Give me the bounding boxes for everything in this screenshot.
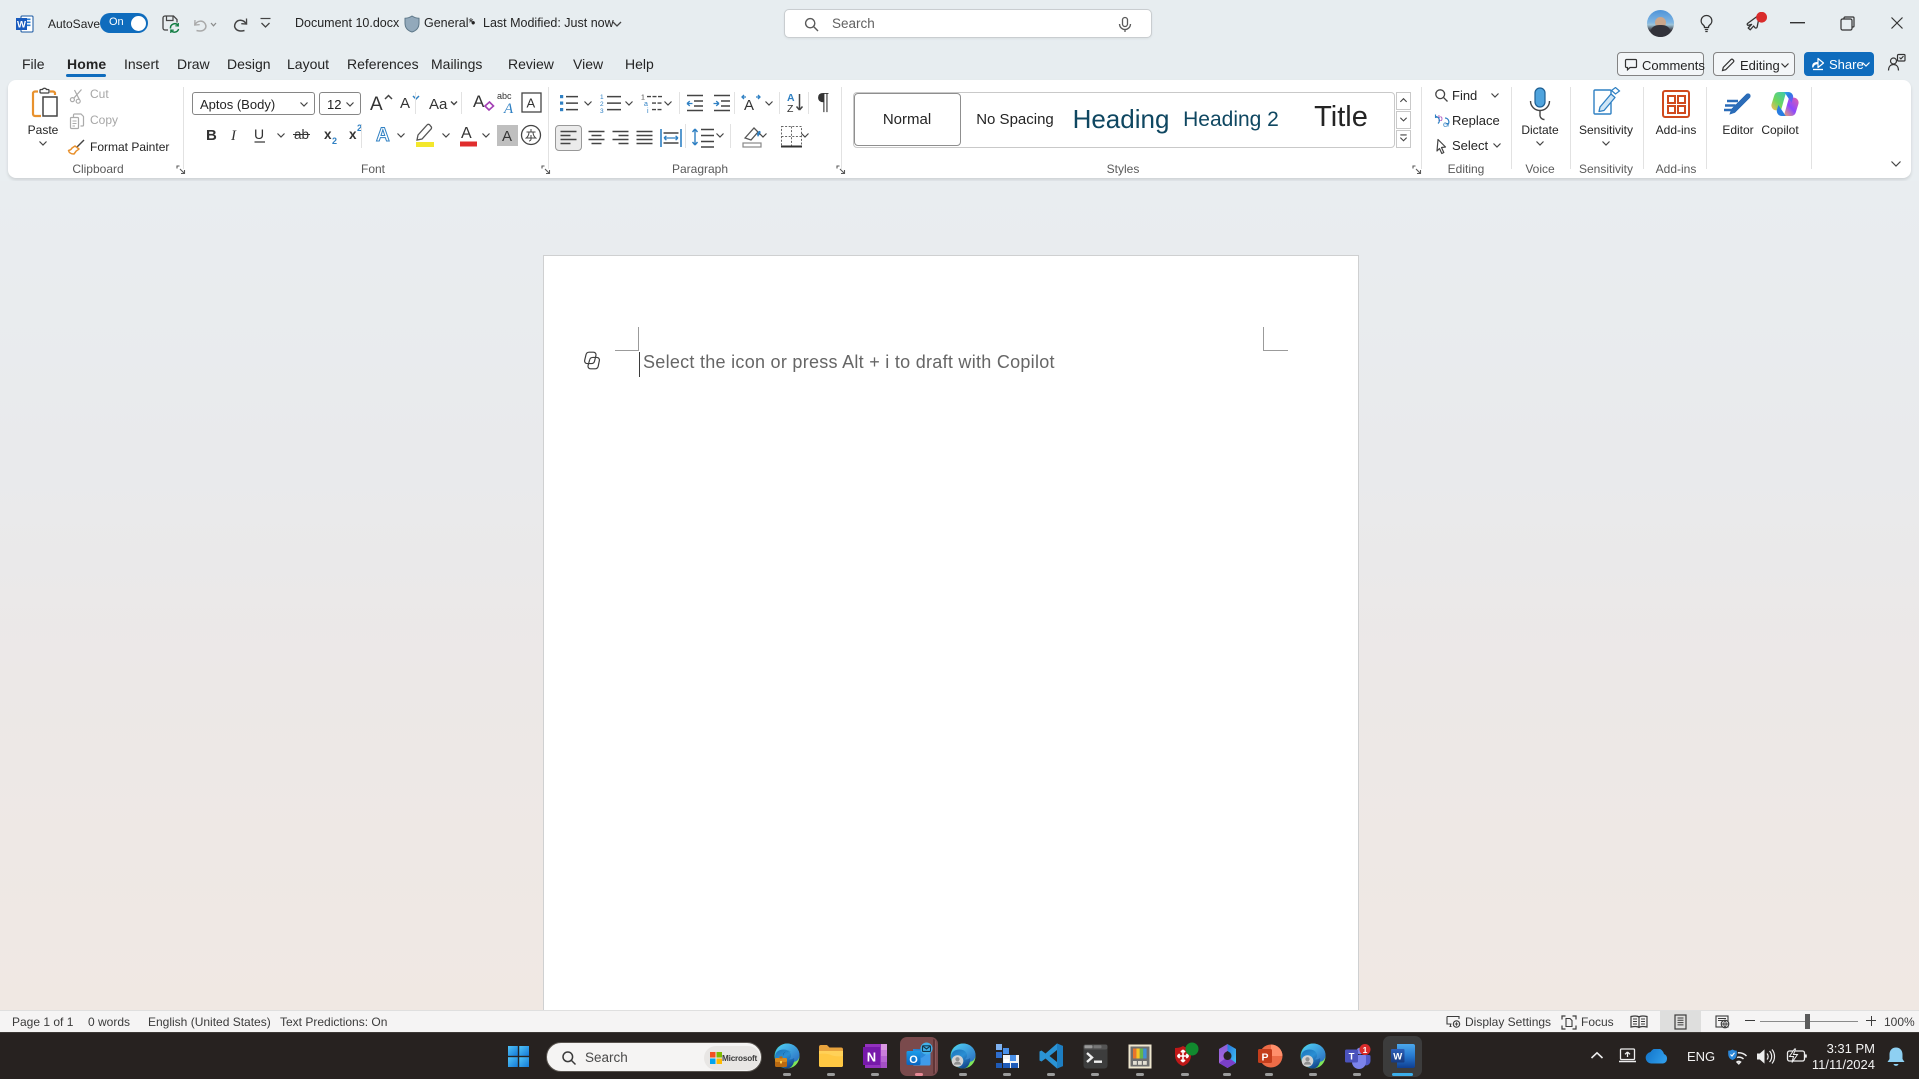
svg-text:O: O (909, 1054, 918, 1066)
svg-text:U: U (254, 126, 264, 142)
svg-text:A: A (744, 97, 754, 114)
svg-text:I: I (230, 128, 237, 144)
svg-text:T: T (1349, 1052, 1355, 1063)
svg-text:x: x (324, 127, 332, 142)
svg-text:N: N (867, 1050, 876, 1065)
svg-text:A: A (376, 125, 390, 146)
svg-text:A: A (473, 92, 485, 111)
svg-text:abc: abc (497, 91, 512, 101)
svg-text:W: W (17, 20, 26, 31)
svg-text:W: W (1393, 1052, 1402, 1063)
svg-text:A: A (461, 125, 472, 142)
svg-text:2: 2 (600, 101, 604, 108)
svg-text:B: B (206, 127, 217, 144)
svg-text:A: A (370, 94, 383, 115)
svg-text:P: P (1261, 1052, 1268, 1064)
svg-text:i: i (647, 108, 649, 113)
svg-text:a: a (644, 101, 648, 108)
svg-text:Z: Z (787, 103, 794, 115)
svg-text:A: A (400, 95, 410, 112)
svg-text:Aa: Aa (429, 96, 448, 113)
svg-text:3: 3 (600, 108, 604, 113)
svg-text:A: A (527, 96, 536, 111)
svg-text:1: 1 (600, 94, 604, 101)
svg-text:2: 2 (332, 136, 337, 146)
svg-text:x: x (349, 127, 357, 142)
svg-text:1: 1 (1363, 1045, 1368, 1055)
svg-text:A: A (502, 128, 512, 145)
svg-text:A: A (503, 101, 514, 116)
